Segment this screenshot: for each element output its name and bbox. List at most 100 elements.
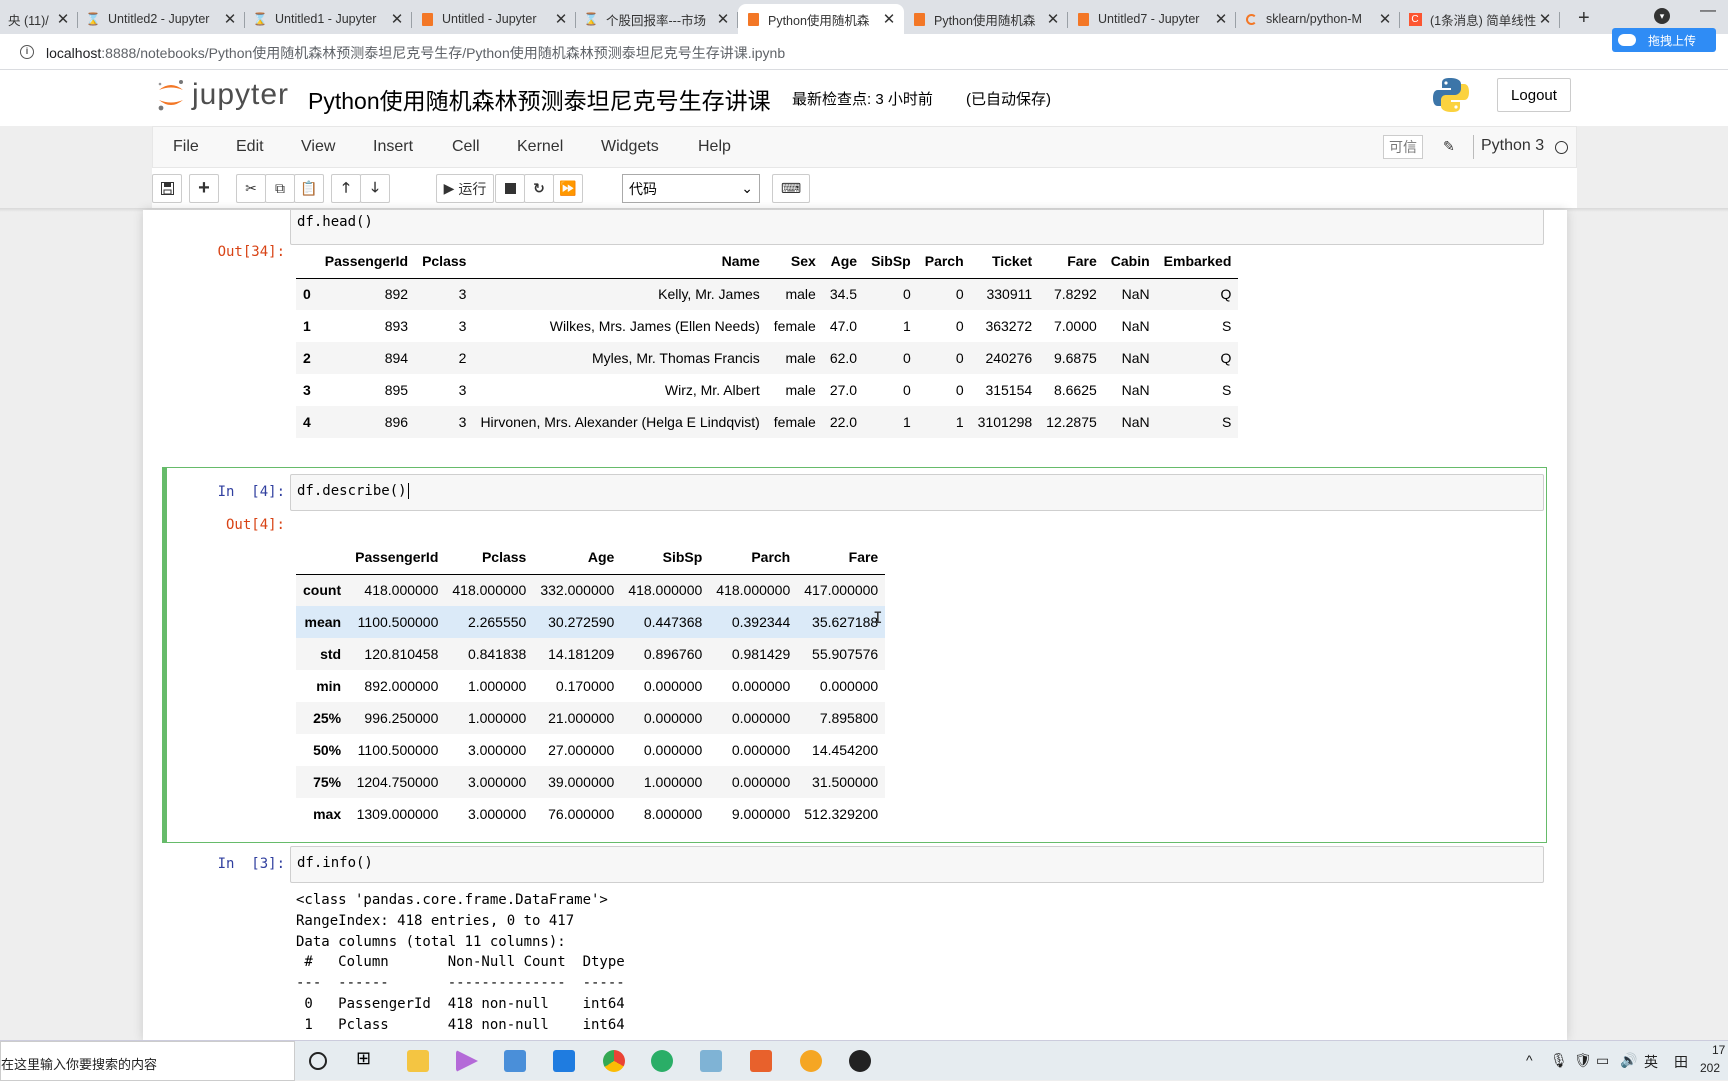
menu-widgets[interactable]: Widgets [601, 138, 659, 156]
menu-file[interactable]: File [173, 138, 199, 156]
head-dataframe-table: PassengerId Pclass Name Sex Age SibSp Parch Tic… [296, 244, 1239, 438]
office-icon[interactable] [750, 1050, 772, 1072]
table-cell: S [1222, 318, 1232, 334]
code-input-describe[interactable]: df.describe() [290, 474, 1544, 511]
table-cell: 0 [955, 382, 964, 398]
browser-tab[interactable]: ⌛央 (11)/✕ [0, 4, 78, 34]
close-tab-icon[interactable]: ✕ [221, 10, 239, 28]
run-button[interactable]: ▶ 运行 [436, 174, 494, 203]
arrow-down-icon: 🡓 [371, 178, 379, 195]
close-tab-icon[interactable]: ✕ [1212, 10, 1230, 28]
table-cell: 996.250000 [364, 710, 439, 726]
table-body: count 418.000000 418.000000 332.000000 418.0… [296, 574, 886, 830]
close-tab-icon[interactable]: ✕ [388, 10, 406, 28]
notebook-title[interactable]: Python使用随机森林预测泰坦尼克号生存讲课 [308, 82, 771, 116]
address-bar[interactable]: i localhost:8888/notebooks/Python使用随机森林预… [0, 34, 1728, 70]
column-header [296, 244, 318, 279]
cut-button[interactable]: ✂ [236, 174, 266, 203]
pencil-icon[interactable]: ✎ [1443, 138, 1455, 155]
close-tab-icon[interactable]: ✕ [714, 10, 732, 28]
menu-kernel[interactable]: Kernel [517, 138, 563, 156]
browser-tab[interactable]: ⌛ Untitled2 - Jupyter ✕ [78, 4, 245, 34]
drag-upload-button[interactable]: 拖拽上传 [1612, 28, 1716, 52]
trusted-indicator[interactable]: 可信 [1383, 135, 1423, 159]
browser-tab[interactable]: ⌛ Untitled1 - Jupyter ✕ [245, 4, 412, 34]
close-tab-icon[interactable]: ✕ [880, 10, 898, 28]
row-index: 0 [303, 286, 311, 303]
wechat-icon[interactable] [651, 1050, 673, 1072]
paste-button[interactable]: 📋 [294, 174, 324, 203]
site-info-icon[interactable]: i [20, 45, 34, 59]
obs-icon[interactable] [849, 1050, 871, 1072]
browser-tab[interactable]: sklearn/python-M ✕ [1236, 4, 1400, 34]
menu-edit[interactable]: Edit [236, 138, 264, 156]
command-palette-button[interactable]: ⌨ [772, 174, 810, 203]
table-cell: 7.0000 [1053, 318, 1097, 334]
notebook-icon [746, 12, 760, 26]
url-text[interactable]: localhost:8888/notebooks/Python使用随机森林预测泰… [46, 43, 785, 63]
logout-button[interactable]: Logout [1497, 78, 1571, 112]
app-icon[interactable] [504, 1050, 526, 1072]
send-arrow-icon[interactable] [456, 1050, 478, 1072]
cortana-icon[interactable] [309, 1052, 327, 1070]
code-input-info[interactable]: df.info() [290, 846, 1544, 883]
ime-indicator[interactable]: 英 [1644, 1052, 1658, 1072]
save-button[interactable] [152, 174, 182, 203]
security-icon[interactable]: 🛡 [1574, 1052, 1592, 1069]
clock-time[interactable]: 17 [1712, 1043, 1725, 1057]
restart-run-all-button[interactable]: ⏩ [553, 174, 583, 203]
table-cell: 2.265550 [467, 614, 527, 630]
network-icon[interactable]: ▭ [1596, 1052, 1609, 1069]
tray-chevron-up-icon[interactable]: ^ [1526, 1052, 1533, 1068]
code-input-head[interactable]: df.head() [290, 210, 1544, 245]
browser-tab[interactable]: C (1条消息) 简单线性 ✕ [1400, 4, 1560, 34]
close-tab-icon[interactable]: ✕ [54, 10, 72, 28]
table-cell: 21.000000 [548, 710, 615, 726]
table-cell: 0.170000 [555, 678, 615, 694]
table-cell: 7.8292 [1053, 286, 1097, 303]
tab-search-icon[interactable]: ▾ [1654, 8, 1670, 24]
file-explorer-icon[interactable] [407, 1050, 429, 1072]
insert-cell-button[interactable]: + [189, 174, 219, 203]
menu-help[interactable]: Help [698, 138, 731, 156]
move-down-button[interactable]: 🡓 [360, 174, 390, 203]
minimize-window-icon[interactable]: — [1700, 2, 1716, 20]
table-row: 50% 1100.500000 3.000000 27.000000 0.000000 0… [296, 734, 885, 766]
menu-view[interactable]: View [301, 138, 335, 156]
restart-button[interactable]: ↻ [524, 174, 554, 203]
grid-keyboard-icon[interactable]: 田 [1674, 1052, 1688, 1072]
browser-tab[interactable]: Untitled - Jupyter ✕ [412, 4, 576, 34]
search-tool-icon[interactable] [800, 1050, 822, 1072]
column-header: Ticket [970, 244, 1040, 279]
feishu-icon[interactable] [553, 1050, 575, 1072]
table-cell: 892 [384, 286, 409, 303]
microphone-icon[interactable]: 🎙 [1550, 1052, 1568, 1069]
close-tab-icon[interactable]: ✕ [552, 10, 570, 28]
cloud-icon [1618, 34, 1636, 46]
browser-tab[interactable]: ⌛ 个股回报率---市场 ✕ [576, 4, 738, 34]
close-tab-icon[interactable]: ✕ [1044, 10, 1062, 28]
close-tab-icon[interactable]: ✕ [1536, 10, 1554, 28]
row-index: 2 [303, 350, 311, 366]
table-cell: 0.000000 [643, 710, 703, 726]
browser-tab[interactable]: Untitled7 - Jupyter ✕ [1068, 4, 1236, 34]
notepad-icon[interactable] [700, 1050, 722, 1072]
taskbar-search-box[interactable]: 在这里输入你要搜索的内容 [0, 1041, 295, 1081]
table-cell: 3 [458, 318, 467, 334]
column-header: PassengerId [317, 244, 416, 279]
move-up-button[interactable]: 🡑 [331, 174, 361, 203]
clock-date[interactable]: 202 [1700, 1061, 1720, 1075]
interrupt-button[interactable] [495, 174, 525, 203]
menu-cell[interactable]: Cell [452, 138, 480, 156]
browser-tab[interactable]: Python使用随机森 ✕ [904, 4, 1068, 34]
copy-button[interactable]: ⧉ [265, 174, 295, 203]
volume-icon[interactable]: 🔊 [1620, 1052, 1637, 1069]
task-view-icon[interactable]: ⊞ [356, 1048, 378, 1070]
chrome-icon[interactable] [603, 1050, 625, 1072]
jupyter-logo[interactable]: jupyter [156, 78, 289, 112]
menu-insert[interactable]: Insert [373, 138, 413, 156]
close-tab-icon[interactable]: ✕ [1376, 10, 1394, 28]
browser-tab[interactable]: Python使用随机森 ✕ [738, 4, 904, 34]
new-tab-plus-icon[interactable]: + [1578, 7, 1590, 30]
cell-type-select[interactable]: 代码 ⌄ [622, 174, 760, 203]
